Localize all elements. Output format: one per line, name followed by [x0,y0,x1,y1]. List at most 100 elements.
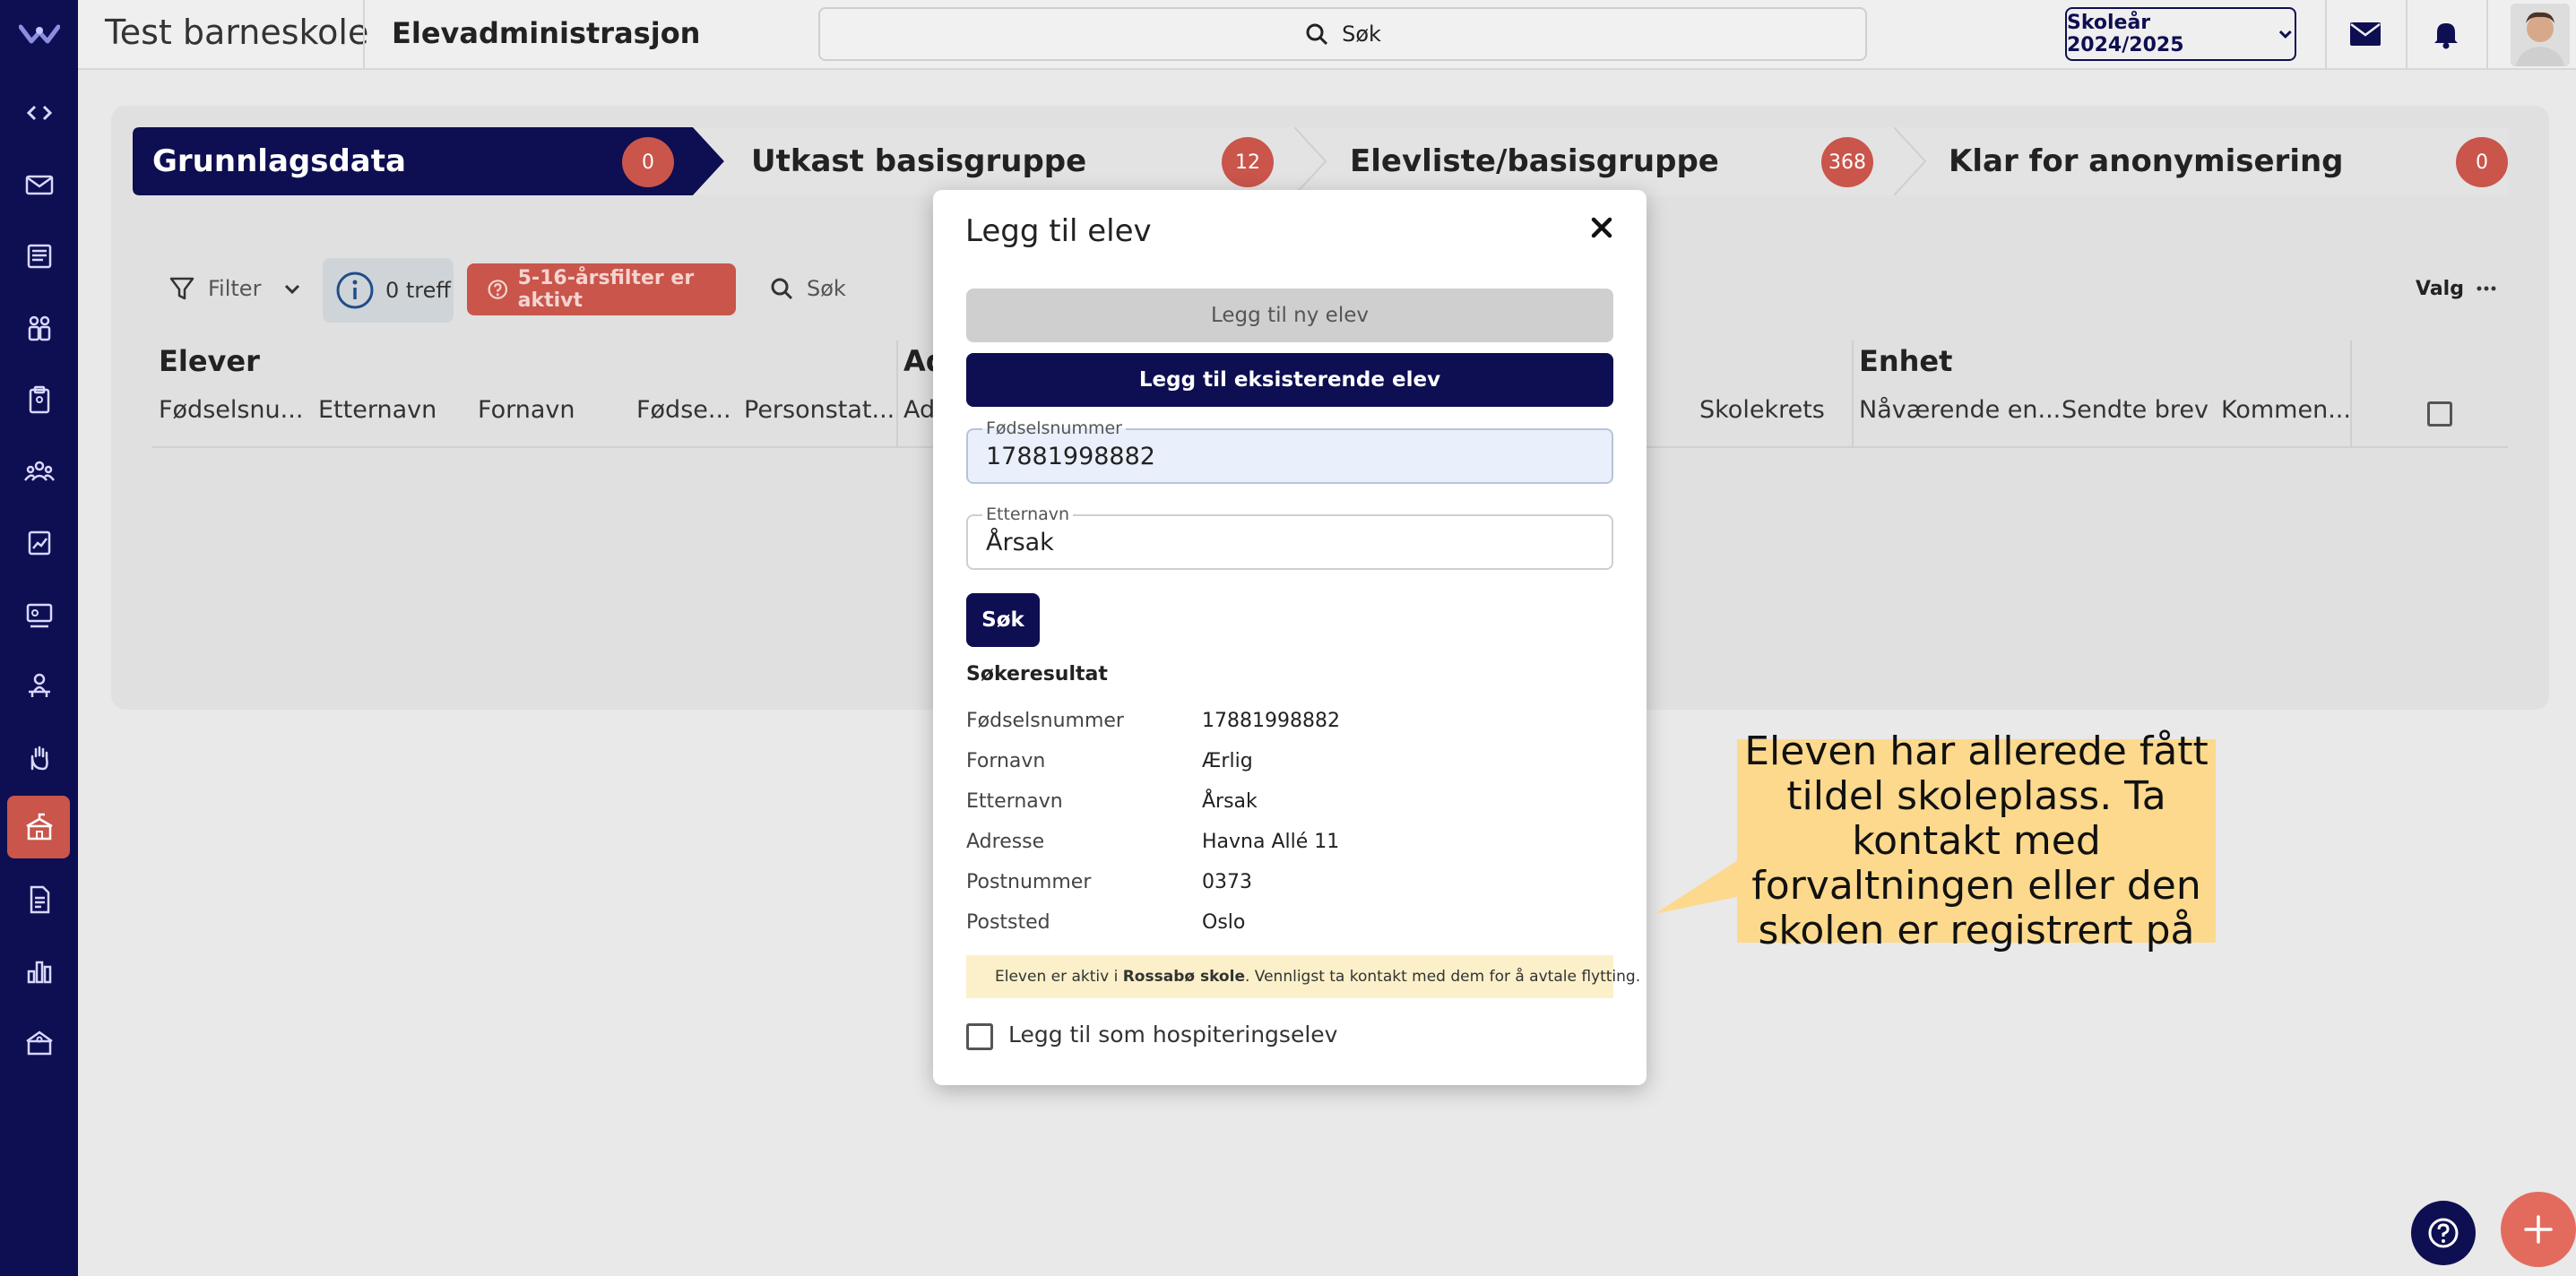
column-divider [1852,341,1854,446]
active-student-notice: Eleven er aktiv i Rossabø skole. Vennlig… [966,955,1640,998]
age-filter-badge[interactable]: 5-16-årsfilter er aktivt [467,263,736,315]
divider [2486,0,2488,70]
info-icon [336,272,374,309]
filter-label: Filter [208,276,262,301]
hospitering-label[interactable]: Legg til som hospiteringselev [1008,1022,1337,1048]
options-label: Valg [2416,277,2464,300]
group-header-enhet: Enhet [1859,344,1953,378]
group-header-elever: Elever [159,344,260,378]
result-label: Fornavn [966,750,1046,772]
column-header-skolekrets[interactable]: Skolekrets [1699,396,1825,424]
app-logo-icon[interactable] [19,20,60,47]
school-year-selector[interactable]: Skoleår 2024/2025 [2065,7,2296,61]
chevron-down-icon [285,284,300,295]
mail-icon[interactable] [20,165,59,204]
add-new-student-button[interactable]: Legg til ny elev [966,289,1613,342]
question-icon [2428,1218,2459,1248]
school-name[interactable]: Test barneskole [105,13,368,52]
person-desk-icon[interactable] [20,667,59,706]
column-divider [2350,341,2352,446]
sidebar [0,0,78,1276]
search-icon [771,278,793,300]
column-header-kommentar[interactable]: Kommen... [2221,396,2351,424]
column-header-fornavn[interactable]: Fornavn [478,396,575,424]
step-count-badge: 0 [2456,137,2508,187]
top-bar: Test barneskole Elevadministrasjon Søk S… [78,0,2576,70]
school-year-label: Skoleår 2024/2025 [2067,12,2184,56]
school-icon[interactable] [20,808,59,848]
global-search-label: Søk [1342,22,1381,47]
news-icon[interactable] [20,237,59,276]
chevron-down-icon [2279,30,2293,39]
add-student-dialog: Legg til elev Legg til ny elev Legg til … [933,190,1647,1085]
bell-icon[interactable] [2426,14,2466,54]
result-label: Postnummer [966,871,1092,893]
column-header-personstatus[interactable]: Personstat... [744,396,895,424]
envelope-icon[interactable] [2346,14,2385,54]
chart-board-icon[interactable] [20,523,59,563]
column-header-navaerende[interactable]: Nåværende en... [1859,396,2061,424]
document-icon[interactable] [20,880,59,919]
column-header-adresse[interactable]: Ad [903,396,935,424]
dialog-title: Legg til elev [965,213,1152,249]
fodselsnummer-field[interactable]: Fødselsnummer 17881998882 [966,419,1613,484]
search-result-title: Søkeresultat [966,663,1108,685]
help-button[interactable] [2411,1201,2476,1265]
group-icon[interactable] [20,452,59,491]
age-filter-label: 5-16-årsfilter er aktivt [517,267,695,312]
add-button[interactable] [2501,1192,2576,1267]
result-count-label: 0 treff [385,278,451,303]
etternavn-field[interactable]: Etternavn Årsak [966,505,1613,570]
divider [2325,0,2327,70]
result-value: Ærlig [1202,750,1253,772]
hospitering-checkbox[interactable] [966,1023,993,1050]
search-icon [1306,23,1328,46]
close-icon[interactable] [1584,210,1620,246]
step-count-badge: 12 [1222,137,1274,187]
question-icon [488,280,508,299]
column-header-fodsel[interactable]: Fødse... [636,396,731,424]
avatar[interactable] [2511,4,2570,66]
column-header-sendte-brev[interactable]: Sendte brev [2062,396,2209,424]
bar-chart-icon[interactable] [20,952,59,991]
step-klar-for-anonymisering[interactable]: Klar for anonymisering [1949,127,2344,195]
options-menu-button[interactable]: Valg [2416,260,2496,317]
result-value: 17881998882 [1202,710,1340,732]
step-utkast-basisgruppe[interactable]: Utkast basisgruppe [751,127,1086,195]
column-header-etternavn[interactable]: Etternavn [318,396,437,424]
search-button[interactable]: Søk [966,593,1040,647]
column-header-fodselsnummer[interactable]: Fødselsnu... [159,396,303,424]
result-count-badge: 0 treff [323,258,454,323]
table-search-button[interactable]: Søk [769,260,846,317]
filter-button[interactable]: Filter [169,260,302,317]
annotation-callout: Eleven har allerede fått tildel skolepla… [1737,729,2216,953]
result-label: Adresse [966,831,1045,853]
presentation-icon[interactable] [20,595,59,634]
notice-text: Eleven er aktiv i Rossabø skole. Vennlig… [995,968,1640,986]
add-existing-student-button[interactable]: Legg til eksisterende elev [966,353,1613,407]
column-divider [896,341,898,446]
etternavn-value: Årsak [986,529,1054,556]
result-value: Oslo [1202,911,1246,934]
people-icon[interactable] [20,308,59,348]
result-label: Poststed [966,911,1050,934]
fodselsnummer-value: 17881998882 [986,443,1155,470]
building-icon[interactable] [20,1023,59,1063]
step-count-badge: 368 [1821,137,1873,187]
clipboard-icon[interactable] [20,380,59,419]
filter-icon [169,277,194,300]
step-grunnlagsdata[interactable]: Grunnlagsdata [152,127,406,195]
callout-pointer [1655,858,1741,914]
result-value: Årsak [1202,790,1258,813]
code-icon[interactable] [20,93,59,133]
notice-school: Rossabø skole [1122,968,1245,986]
select-all-checkbox[interactable] [2427,401,2452,427]
result-value: Havna Allé 11 [1202,831,1340,853]
more-icon [2477,286,2496,291]
hand-icon[interactable] [20,738,59,778]
step-elevliste[interactable]: Elevliste/basisgruppe [1350,127,1719,195]
module-title: Elevadministrasjon [392,16,701,50]
fodselsnummer-label: Fødselsnummer [982,419,1126,437]
step-count-badge: 0 [622,137,674,187]
global-search[interactable]: Søk [818,7,1867,61]
